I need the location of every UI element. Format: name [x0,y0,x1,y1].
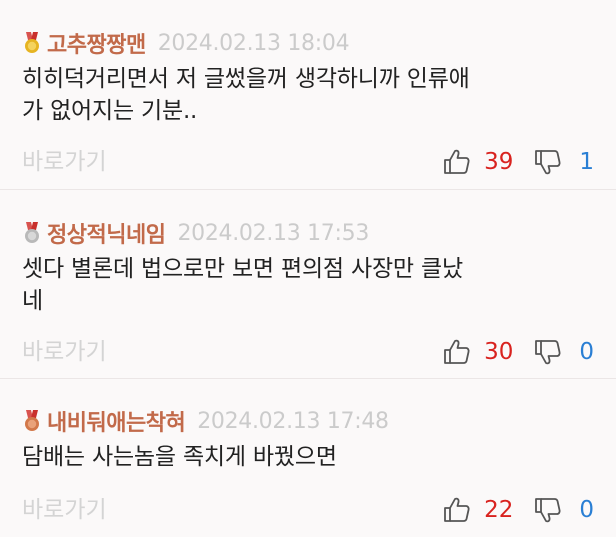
comment-timestamp: 2024.02.13 17:48 [197,408,389,434]
comment-text-line: 담배는 사는놈을 족치게 바꿨으면 [22,444,337,470]
vote-box: 39 1 [442,145,594,179]
vote-box: 30 0 [442,335,594,369]
upvote-count: 22 [484,497,514,523]
comment-item: 정상적닉네임 2024.02.13 17:53 셋다 별론데 법으로만 보면 편… [0,190,616,379]
comment-text-line: 네 [22,288,43,314]
upvote-count: 39 [484,149,514,175]
comment-item: 고추짱짱맨 2024.02.13 18:04 히히덕거리면서 저 글썼을꺼 생각… [0,0,616,190]
thumbs-up-icon[interactable] [442,495,472,525]
silver-medal-icon [22,222,42,244]
comment-nickname[interactable]: 정상적닉네임 [47,217,166,249]
thumbs-down-icon[interactable] [533,495,563,525]
downvote-count: 1 [579,149,594,175]
thumbs-up-icon[interactable] [442,337,472,367]
thumbs-down-icon[interactable] [533,337,563,367]
downvote-count: 0 [579,339,594,365]
downvote-count: 0 [579,497,594,523]
comment-nickname[interactable]: 고추짱짱맨 [47,27,146,59]
goto-link[interactable]: 바로가기 [22,493,107,527]
goto-link[interactable]: 바로가기 [22,145,107,179]
comment-footer: 바로가기 30 0 [22,335,594,369]
goto-link[interactable]: 바로가기 [22,335,107,369]
comment-footer: 바로가기 22 0 [22,493,594,527]
vote-box: 22 0 [442,493,594,527]
comment-text-line: 셋다 별론데 법으로만 보면 편의점 사장만 클났 [22,256,463,282]
comment-timestamp: 2024.02.13 18:04 [157,30,350,56]
thumbs-up-icon[interactable] [442,147,472,177]
comment-footer: 바로가기 39 1 [22,145,594,179]
comment-nickname[interactable]: 내비둬애는착혀 [47,405,186,437]
comment-text: 히히덕거리면서 저 글썼을꺼 생각하니까 인류애 가 없어지는 기분.. [22,63,602,127]
comment-text: 셋다 별론데 법으로만 보면 편의점 사장만 클났 네 [22,253,602,317]
comment-header: 고추짱짱맨 2024.02.13 18:04 [22,27,350,59]
comment-text-line: 가 없어지는 기분.. [22,98,198,124]
comment-timestamp: 2024.02.13 17:53 [177,220,370,246]
gold-medal-icon [22,32,42,54]
comment-header: 내비둬애는착혀 2024.02.13 17:48 [22,406,389,436]
upvote-count: 30 [484,339,514,365]
comment-text: 담배는 사는놈을 족치게 바꿨으면 [22,441,602,473]
comment-list: 고추짱짱맨 2024.02.13 18:04 히히덕거리면서 저 글썼을꺼 생각… [0,0,616,537]
comment-item: 내비둬애는착혀 2024.02.13 17:48 담배는 사는놈을 족치게 바꿨… [0,379,616,537]
comment-text-line: 히히덕거리면서 저 글썼을꺼 생각하니까 인류애 [22,66,470,92]
bronze-medal-icon [22,410,42,432]
thumbs-down-icon[interactable] [533,147,563,177]
comment-header: 정상적닉네임 2024.02.13 17:53 [22,218,369,248]
